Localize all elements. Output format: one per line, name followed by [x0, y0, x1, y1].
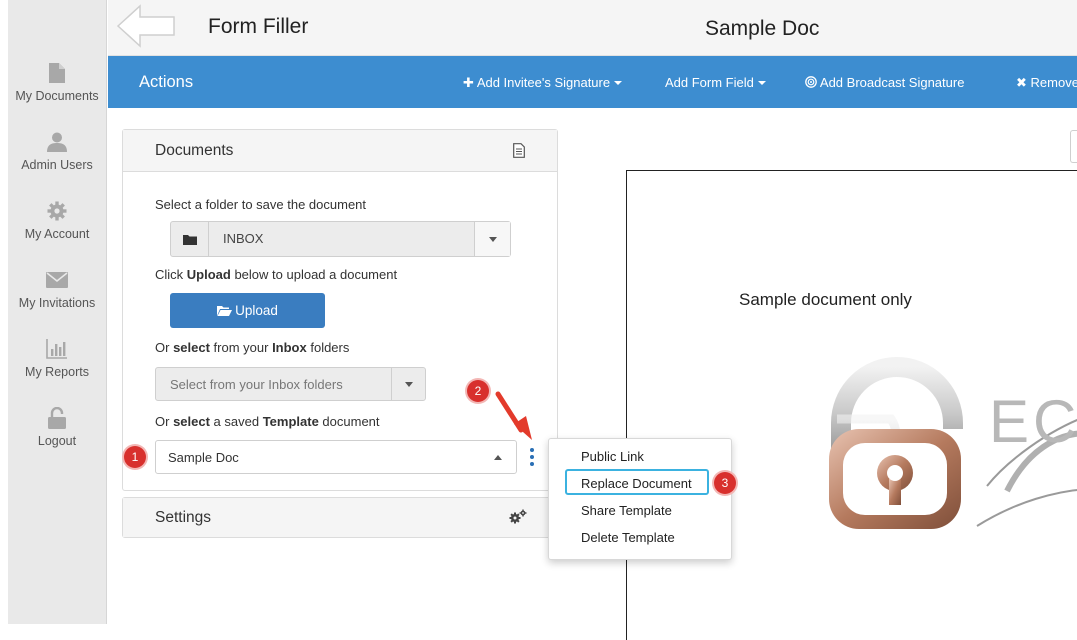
folder-select[interactable]: INBOX	[170, 221, 511, 257]
add-form-field-label: Add Form Field	[665, 75, 754, 90]
add-form-field-button[interactable]: Add Form Field	[665, 75, 766, 90]
upload-prefix: Click	[155, 267, 187, 282]
folder-open-icon	[217, 305, 233, 316]
inbox-folder-placeholder: Select from your Inbox folders	[170, 377, 343, 392]
documents-panel-title: Documents	[155, 142, 234, 159]
unlock-icon	[46, 407, 68, 429]
folder-select-value: INBOX	[223, 231, 264, 246]
caret-down-icon	[757, 81, 766, 85]
sidebar-item-my-invitations[interactable]: My Invitations	[8, 263, 106, 332]
preview-toolbar-button[interactable]	[1070, 130, 1077, 163]
sidebar-item-label: My Documents	[15, 89, 99, 103]
remove-button[interactable]: ✖ Remove	[1016, 75, 1077, 91]
template-prefix: Or	[155, 414, 174, 429]
template-select-value: Sample Doc	[168, 450, 239, 465]
remove-label: Remove	[1030, 75, 1077, 90]
sidebar-item-admin-users[interactable]: Admin Users	[8, 125, 106, 194]
document-logo-letters: EC	[989, 388, 1077, 455]
user-icon	[46, 131, 68, 153]
menu-item-share-template[interactable]: Share Template	[581, 503, 672, 518]
sidebar-item-label: My Account	[24, 227, 90, 241]
step-badge-3: 3	[714, 472, 736, 494]
plus-icon: ✚	[463, 75, 474, 90]
menu-item-public-link[interactable]: Public Link	[581, 449, 644, 464]
bar-chart-icon	[46, 338, 68, 360]
file-text-icon	[513, 143, 525, 163]
sidebar-item-label: Admin Users	[21, 158, 93, 172]
upload-button-label: Upload	[235, 303, 278, 318]
step-badge-1: 1	[124, 446, 146, 468]
sidebar-item-label: My Invitations	[18, 296, 96, 310]
add-broadcast-signature-label: Add Broadcast Signature	[819, 75, 965, 90]
sidebar-item-logout[interactable]: Logout	[8, 401, 106, 470]
template-bold-select: select	[173, 414, 210, 429]
sidebar-item-label: Logout	[37, 434, 77, 448]
cogs-icon	[509, 509, 527, 530]
menu-item-delete-template[interactable]: Delete Template	[581, 530, 675, 545]
sidebar-item-label: My Reports	[25, 365, 89, 379]
close-icon: ✖	[1016, 75, 1027, 90]
upload-button[interactable]: Upload	[170, 293, 325, 328]
sample-document-text: Sample document only	[739, 290, 912, 309]
document-icon	[46, 62, 68, 84]
actions-title: Actions	[139, 73, 194, 91]
document-preview: EC	[626, 170, 1077, 640]
sidebar-item-my-reports[interactable]: My Reports	[8, 332, 106, 401]
add-invitee-signature-button[interactable]: ✚ Add Invitee's Signature	[463, 75, 623, 91]
add-invitee-signature-label: Add Invitee's Signature	[476, 75, 611, 90]
settings-panel[interactable]: Settings	[122, 497, 558, 538]
arrow-pointer-icon	[495, 391, 532, 440]
settings-panel-header[interactable]: Settings	[123, 498, 557, 537]
caret-down-icon	[614, 81, 623, 85]
inbox-bold-select: select	[173, 340, 210, 355]
inbox-mid: from your	[209, 340, 273, 355]
template-bold-template: Template	[262, 414, 319, 429]
folder-icon	[171, 222, 209, 256]
documents-panel-header[interactable]: Documents	[123, 130, 557, 172]
app-title: Form Filler	[208, 15, 309, 38]
document-title: Sample Doc	[705, 17, 820, 40]
template-mid: a saved	[209, 414, 263, 429]
template-select[interactable]: Sample Doc	[155, 440, 517, 474]
inbox-prefix: Or	[155, 340, 174, 355]
settings-panel-title: Settings	[155, 509, 212, 526]
inbox-bold-inbox: Inbox	[272, 340, 307, 355]
step-badge-2: 2	[467, 380, 489, 402]
upload-instruction-text: Click Upload below to upload a document	[155, 267, 397, 282]
add-broadcast-signature-button[interactable]: Add Broadcast Signature	[805, 75, 964, 90]
caret-down-icon[interactable]	[474, 222, 510, 256]
sidebar-item-my-account[interactable]: My Account	[8, 194, 106, 263]
template-suffix: document	[318, 414, 380, 429]
broadcast-icon	[805, 75, 820, 90]
select-folder-text: Select a folder to save the document	[155, 197, 367, 212]
sidebar-top	[8, 0, 106, 56]
upload-bold: Upload	[186, 267, 231, 282]
caret-down-icon[interactable]	[391, 368, 425, 400]
inbox-instruction-text: Or select from your Inbox folders	[155, 340, 349, 355]
action-bar: Actions ✚ Add Invitee's Signature Add Fo…	[108, 56, 1077, 108]
upload-suffix: below to upload a document	[230, 267, 398, 282]
inbox-folder-select[interactable]: Select from your Inbox folders	[155, 367, 426, 401]
replace-document-highlight	[565, 469, 709, 495]
top-header: Form Filler Sample Doc	[108, 0, 1077, 56]
sidebar: My Documents Admin Users My Account My I…	[8, 0, 107, 624]
envelope-icon	[46, 269, 68, 291]
gear-icon	[46, 200, 68, 222]
back-arrow-icon[interactable]	[116, 4, 176, 48]
inbox-suffix: folders	[306, 340, 350, 355]
template-instruction-text: Or select a saved Template document	[155, 414, 380, 429]
template-context-menu: Public Link Replace Document Share Templ…	[548, 438, 732, 560]
sidebar-item-my-documents[interactable]: My Documents	[8, 56, 106, 125]
